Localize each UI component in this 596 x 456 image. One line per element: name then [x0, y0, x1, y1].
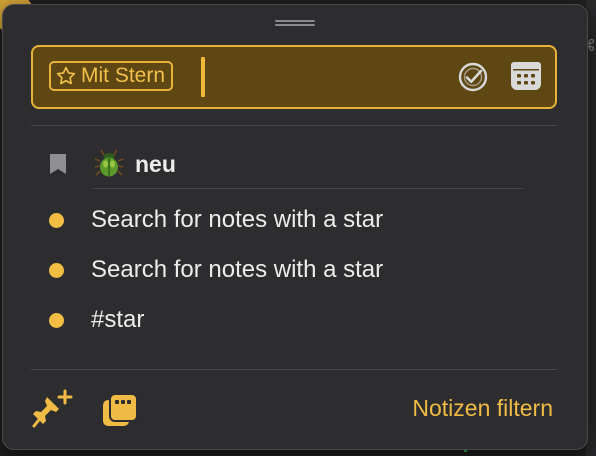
list-item[interactable]: Search for notes with a star [3, 199, 587, 239]
beetle-icon [94, 149, 124, 177]
group-underline [93, 188, 523, 189]
filter-token-starred[interactable]: Mit Stern [49, 61, 174, 91]
calendar-icon[interactable] [509, 59, 543, 93]
list-item[interactable]: #star [3, 299, 587, 339]
text-cursor [201, 57, 205, 97]
group-row-neu[interactable]: neu [3, 143, 587, 183]
list-item-label: Search for notes with a star [91, 256, 384, 283]
note-dot [49, 263, 64, 278]
drag-handle[interactable] [275, 20, 315, 26]
stack-copy-icon[interactable] [101, 391, 139, 429]
group-label: neu [135, 151, 176, 177]
tag-dot [49, 313, 64, 328]
list-item-label: Search for notes with a star [91, 206, 384, 233]
divider [31, 125, 557, 126]
filter-token-label: Mit Stern [81, 64, 166, 87]
pin-add-icon[interactable] [29, 389, 73, 429]
list-item[interactable]: Search for notes with a star [3, 249, 587, 289]
bookmark-icon [50, 154, 66, 174]
search-popover: Mit Stern neu Search for notes with a st… [2, 4, 588, 450]
filter-notes-button[interactable]: Notizen filtern [412, 395, 553, 422]
list-item-label: #star [91, 306, 145, 333]
note-dot [49, 213, 64, 228]
divider [31, 369, 557, 370]
search-field[interactable]: Mit Stern [31, 45, 557, 109]
star-outline-icon [56, 66, 76, 85]
check-circle-icon[interactable] [457, 61, 489, 93]
